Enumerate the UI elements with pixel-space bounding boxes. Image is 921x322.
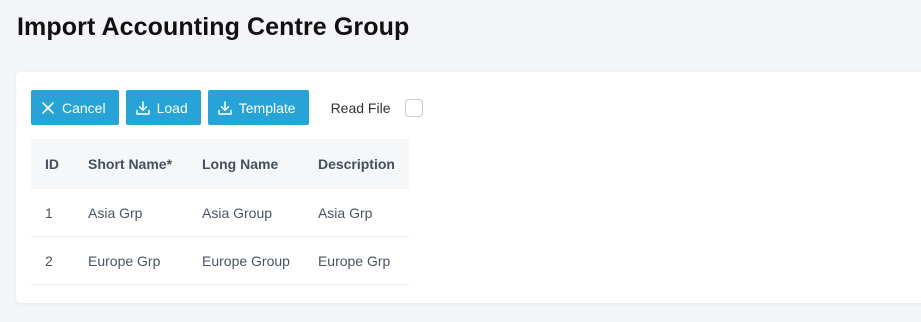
cell-id: 1 <box>31 189 74 237</box>
template-button-label: Template <box>238 99 296 116</box>
read-file-label: Read File <box>330 99 391 116</box>
cancel-button[interactable]: Cancel <box>31 90 119 125</box>
column-header-short-name[interactable]: Short Name* <box>74 139 188 189</box>
table-row[interactable]: 2 Europe Grp Europe Group Europe Grp <box>31 236 409 285</box>
template-button[interactable]: Template <box>207 90 309 125</box>
cancel-button-label: Cancel <box>62 99 106 116</box>
read-file-checkbox[interactable] <box>405 98 424 117</box>
load-button[interactable]: Load <box>125 90 201 125</box>
read-file-control: Read File <box>330 98 424 117</box>
import-table: ID Short Name* Long Name Description 1 A… <box>31 139 409 285</box>
cell-description: Asia Grp <box>303 189 409 237</box>
cell-short-name: Europe Grp <box>74 236 188 285</box>
cell-description: Europe Grp <box>303 236 409 285</box>
load-button-label: Load <box>156 99 188 116</box>
table-header-row: ID Short Name* Long Name Description <box>31 139 409 189</box>
close-icon <box>40 100 56 116</box>
page-title: Import Accounting Centre Group <box>17 13 410 41</box>
column-header-long-name[interactable]: Long Name <box>188 139 304 189</box>
toolbar: Cancel Load Template Read File <box>31 90 424 125</box>
table-row[interactable]: 1 Asia Grp Asia Group Asia Grp <box>31 189 409 237</box>
cell-short-name: Asia Grp <box>74 189 188 237</box>
download-icon <box>217 100 233 116</box>
cell-long-name: Asia Group <box>188 189 304 237</box>
column-header-id[interactable]: ID <box>31 139 74 189</box>
cell-id: 2 <box>31 236 74 285</box>
import-card: Cancel Load Template Read File ID Short … <box>16 72 921 303</box>
cell-long-name: Europe Group <box>188 236 304 285</box>
column-header-description[interactable]: Description <box>303 139 409 189</box>
download-icon <box>135 100 151 116</box>
